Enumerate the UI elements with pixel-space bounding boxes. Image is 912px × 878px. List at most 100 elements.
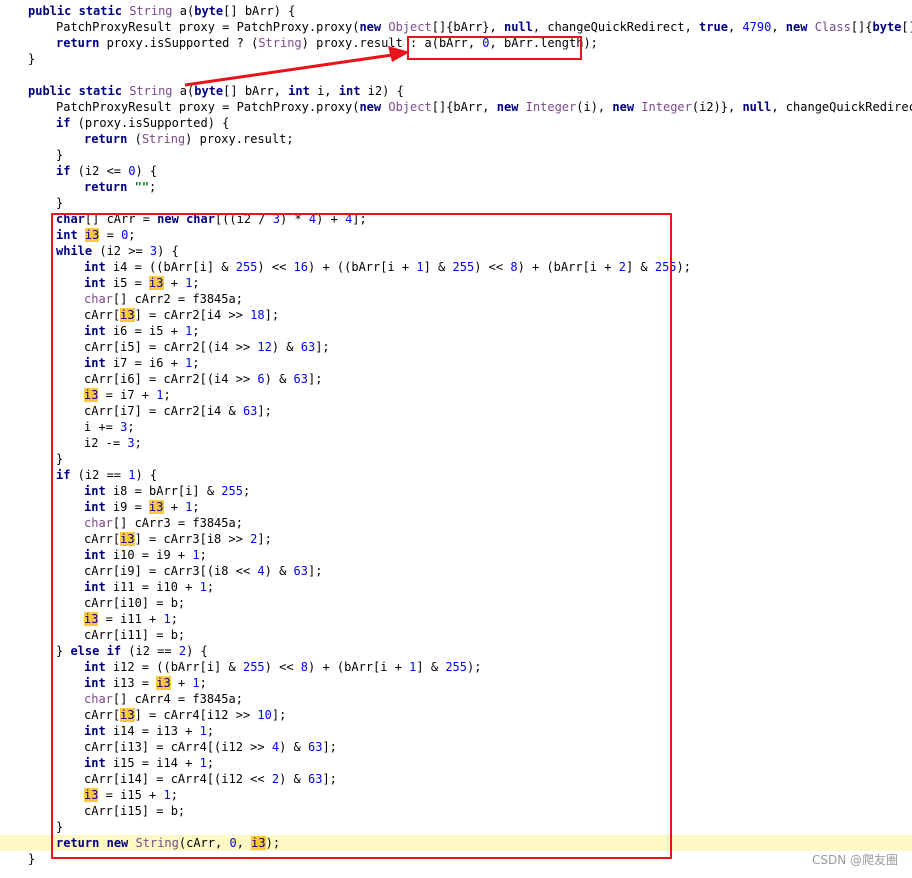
code-token: return — [56, 36, 100, 50]
code-line[interactable]: if (i2 == 1) { — [0, 467, 912, 483]
code-line[interactable]: int i14 = i13 + 1; — [0, 723, 912, 739]
code-line[interactable]: public static String a(byte[] bArr) { — [0, 3, 912, 19]
code-line[interactable]: } — [0, 147, 912, 163]
code-token: int — [288, 84, 310, 98]
code-line-text: int i14 = i13 + 1; — [84, 723, 214, 739]
code-line[interactable]: } — [0, 451, 912, 467]
highlighted-usage: i3 — [120, 532, 135, 546]
code-line[interactable]: int i11 = i10 + 1; — [0, 579, 912, 595]
code-token: i8 = bArr[i] & — [105, 484, 222, 498]
code-line-text: } — [56, 147, 63, 163]
code-line[interactable]: int i6 = i5 + 1; — [0, 323, 912, 339]
code-line[interactable] — [0, 67, 912, 83]
code-line[interactable]: } — [0, 51, 912, 67]
code-line-text: if (proxy.isSupported) { — [56, 115, 229, 131]
code-editor[interactable]: public static String a(byte[] bArr) {Pat… — [0, 3, 912, 867]
code-token: ) * — [280, 212, 309, 226]
code-line[interactable]: cArr[i3] = cArr4[i12 >> 10]; — [0, 707, 912, 723]
code-line[interactable]: int i5 = i3 + 1; — [0, 275, 912, 291]
code-token: 63 — [293, 372, 308, 386]
code-line[interactable]: int i13 = i3 + 1; — [0, 675, 912, 691]
code-line[interactable]: cArr[i7] = cArr2[i4 & 63]; — [0, 403, 912, 419]
code-token: 3 — [272, 212, 281, 226]
code-line[interactable]: char[] cArr4 = f3845a; — [0, 691, 912, 707]
code-line[interactable]: return new String(cArr, 0, i3); — [0, 835, 912, 851]
code-line[interactable]: cArr[i13] = cArr4[(i12 >> 4) & 63]; — [0, 739, 912, 755]
code-line[interactable]: public static String a(byte[] bArr, int … — [0, 83, 912, 99]
code-token: a( — [172, 4, 195, 18]
code-line[interactable]: int i10 = i9 + 1; — [0, 547, 912, 563]
code-token: if — [56, 164, 71, 178]
code-line[interactable]: char[] cArr = new char[((i2 / 3) * 4) + … — [0, 211, 912, 227]
code-token: ; — [170, 788, 178, 802]
code-line[interactable]: int i9 = i3 + 1; — [0, 499, 912, 515]
code-line[interactable]: int i3 = 0; — [0, 227, 912, 243]
code-line[interactable]: cArr[i15] = b; — [0, 803, 912, 819]
code-line[interactable]: cArr[i3] = cArr2[i4 >> 18]; — [0, 307, 912, 323]
code-line[interactable]: cArr[i11] = b; — [0, 627, 912, 643]
code-token: 1 — [199, 756, 207, 770]
code-token: [((i2 / — [214, 212, 273, 226]
code-line[interactable]: int i4 = ((bArr[i] & 255) << 16) + ((bAr… — [0, 259, 912, 275]
code-token: a( — [172, 84, 195, 98]
code-line[interactable]: return proxy.isSupported ? (String) prox… — [0, 35, 912, 51]
code-token: 63 — [300, 340, 316, 354]
code-line[interactable]: return ""; — [0, 179, 912, 195]
code-line[interactable]: int i12 = ((bArr[i] & 255) << 8) + (bArr… — [0, 659, 912, 675]
code-line[interactable]: i2 -= 3; — [0, 435, 912, 451]
code-line[interactable]: cArr[i5] = cArr2[(i4 >> 12) & 63]; — [0, 339, 912, 355]
code-line-text: int i3 = 0; — [56, 227, 136, 243]
code-line[interactable]: char[] cArr3 = f3845a; — [0, 515, 912, 531]
code-line[interactable]: PatchProxyResult proxy = PatchProxy.prox… — [0, 99, 912, 115]
code-line[interactable]: PatchProxyResult proxy = PatchProxy.prox… — [0, 19, 912, 35]
code-line[interactable]: int i7 = i6 + 1; — [0, 355, 912, 371]
code-token: ; — [192, 500, 200, 514]
code-line[interactable]: i3 = i7 + 1; — [0, 387, 912, 403]
code-line[interactable]: } — [0, 819, 912, 835]
code-line[interactable]: return (String) proxy.result; — [0, 131, 912, 147]
code-token: } — [56, 148, 64, 162]
code-line-text: cArr[i14] = cArr4[(i12 << 2) & 63]; — [84, 771, 337, 787]
code-token: int — [84, 500, 106, 514]
code-line[interactable]: } else if (i2 == 2) { — [0, 643, 912, 659]
code-token: ]; — [322, 772, 337, 786]
code-line[interactable]: i += 3; — [0, 419, 912, 435]
code-token: 4790 — [742, 20, 772, 34]
code-token: [] bArr) { — [223, 4, 296, 18]
code-line[interactable]: int i8 = bArr[i] & 255; — [0, 483, 912, 499]
code-line[interactable]: cArr[i14] = cArr4[(i12 << 2) & 63]; — [0, 771, 912, 787]
code-token: ; — [134, 436, 142, 450]
code-line[interactable]: } — [0, 851, 912, 867]
code-token: i += — [84, 420, 121, 434]
code-line[interactable]: while (i2 >= 3) { — [0, 243, 912, 259]
code-token: 3 — [127, 436, 135, 450]
code-token: new — [612, 100, 635, 114]
code-line[interactable]: char[] cArr2 = f3845a; — [0, 291, 912, 307]
code-line[interactable]: cArr[i10] = b; — [0, 595, 912, 611]
code-token: + — [170, 676, 193, 690]
code-token: 2 — [178, 644, 187, 658]
watermark: CSDN @爬友圈 — [811, 853, 898, 867]
code-line[interactable]: int i15 = i14 + 1; — [0, 755, 912, 771]
code-token: ; — [127, 420, 135, 434]
code-token: String — [129, 4, 173, 18]
code-line-text: i3 = i7 + 1; — [84, 387, 171, 403]
code-line[interactable]: if (i2 <= 0) { — [0, 163, 912, 179]
code-line[interactable]: cArr[i6] = cArr2[(i4 >> 6) & 63]; — [0, 371, 912, 387]
code-line[interactable]: cArr[i3] = cArr3[i8 >> 2]; — [0, 531, 912, 547]
code-token: 255 — [445, 660, 467, 674]
code-token: (i2 >= — [92, 244, 150, 258]
code-token: Integer — [525, 100, 577, 114]
code-line[interactable]: cArr[i9] = cArr3[(i8 << 4) & 63]; — [0, 563, 912, 579]
code-line-text: cArr[i13] = cArr4[(i12 >> 4) & 63]; — [84, 739, 337, 755]
code-token: (i2 == — [121, 644, 179, 658]
code-line[interactable]: i3 = i15 + 1; — [0, 787, 912, 803]
code-line-text: PatchProxyResult proxy = PatchProxy.prox… — [56, 99, 912, 115]
code-line[interactable]: i3 = i11 + 1; — [0, 611, 912, 627]
code-token: ( — [127, 132, 142, 146]
code-line[interactable]: } — [0, 195, 912, 211]
code-token: cArr[i5] = cArr2[(i4 >> — [84, 340, 258, 354]
code-token: , — [236, 836, 252, 850]
code-token: (i2 == — [70, 468, 129, 482]
code-line[interactable]: if (proxy.isSupported) { — [0, 115, 912, 131]
